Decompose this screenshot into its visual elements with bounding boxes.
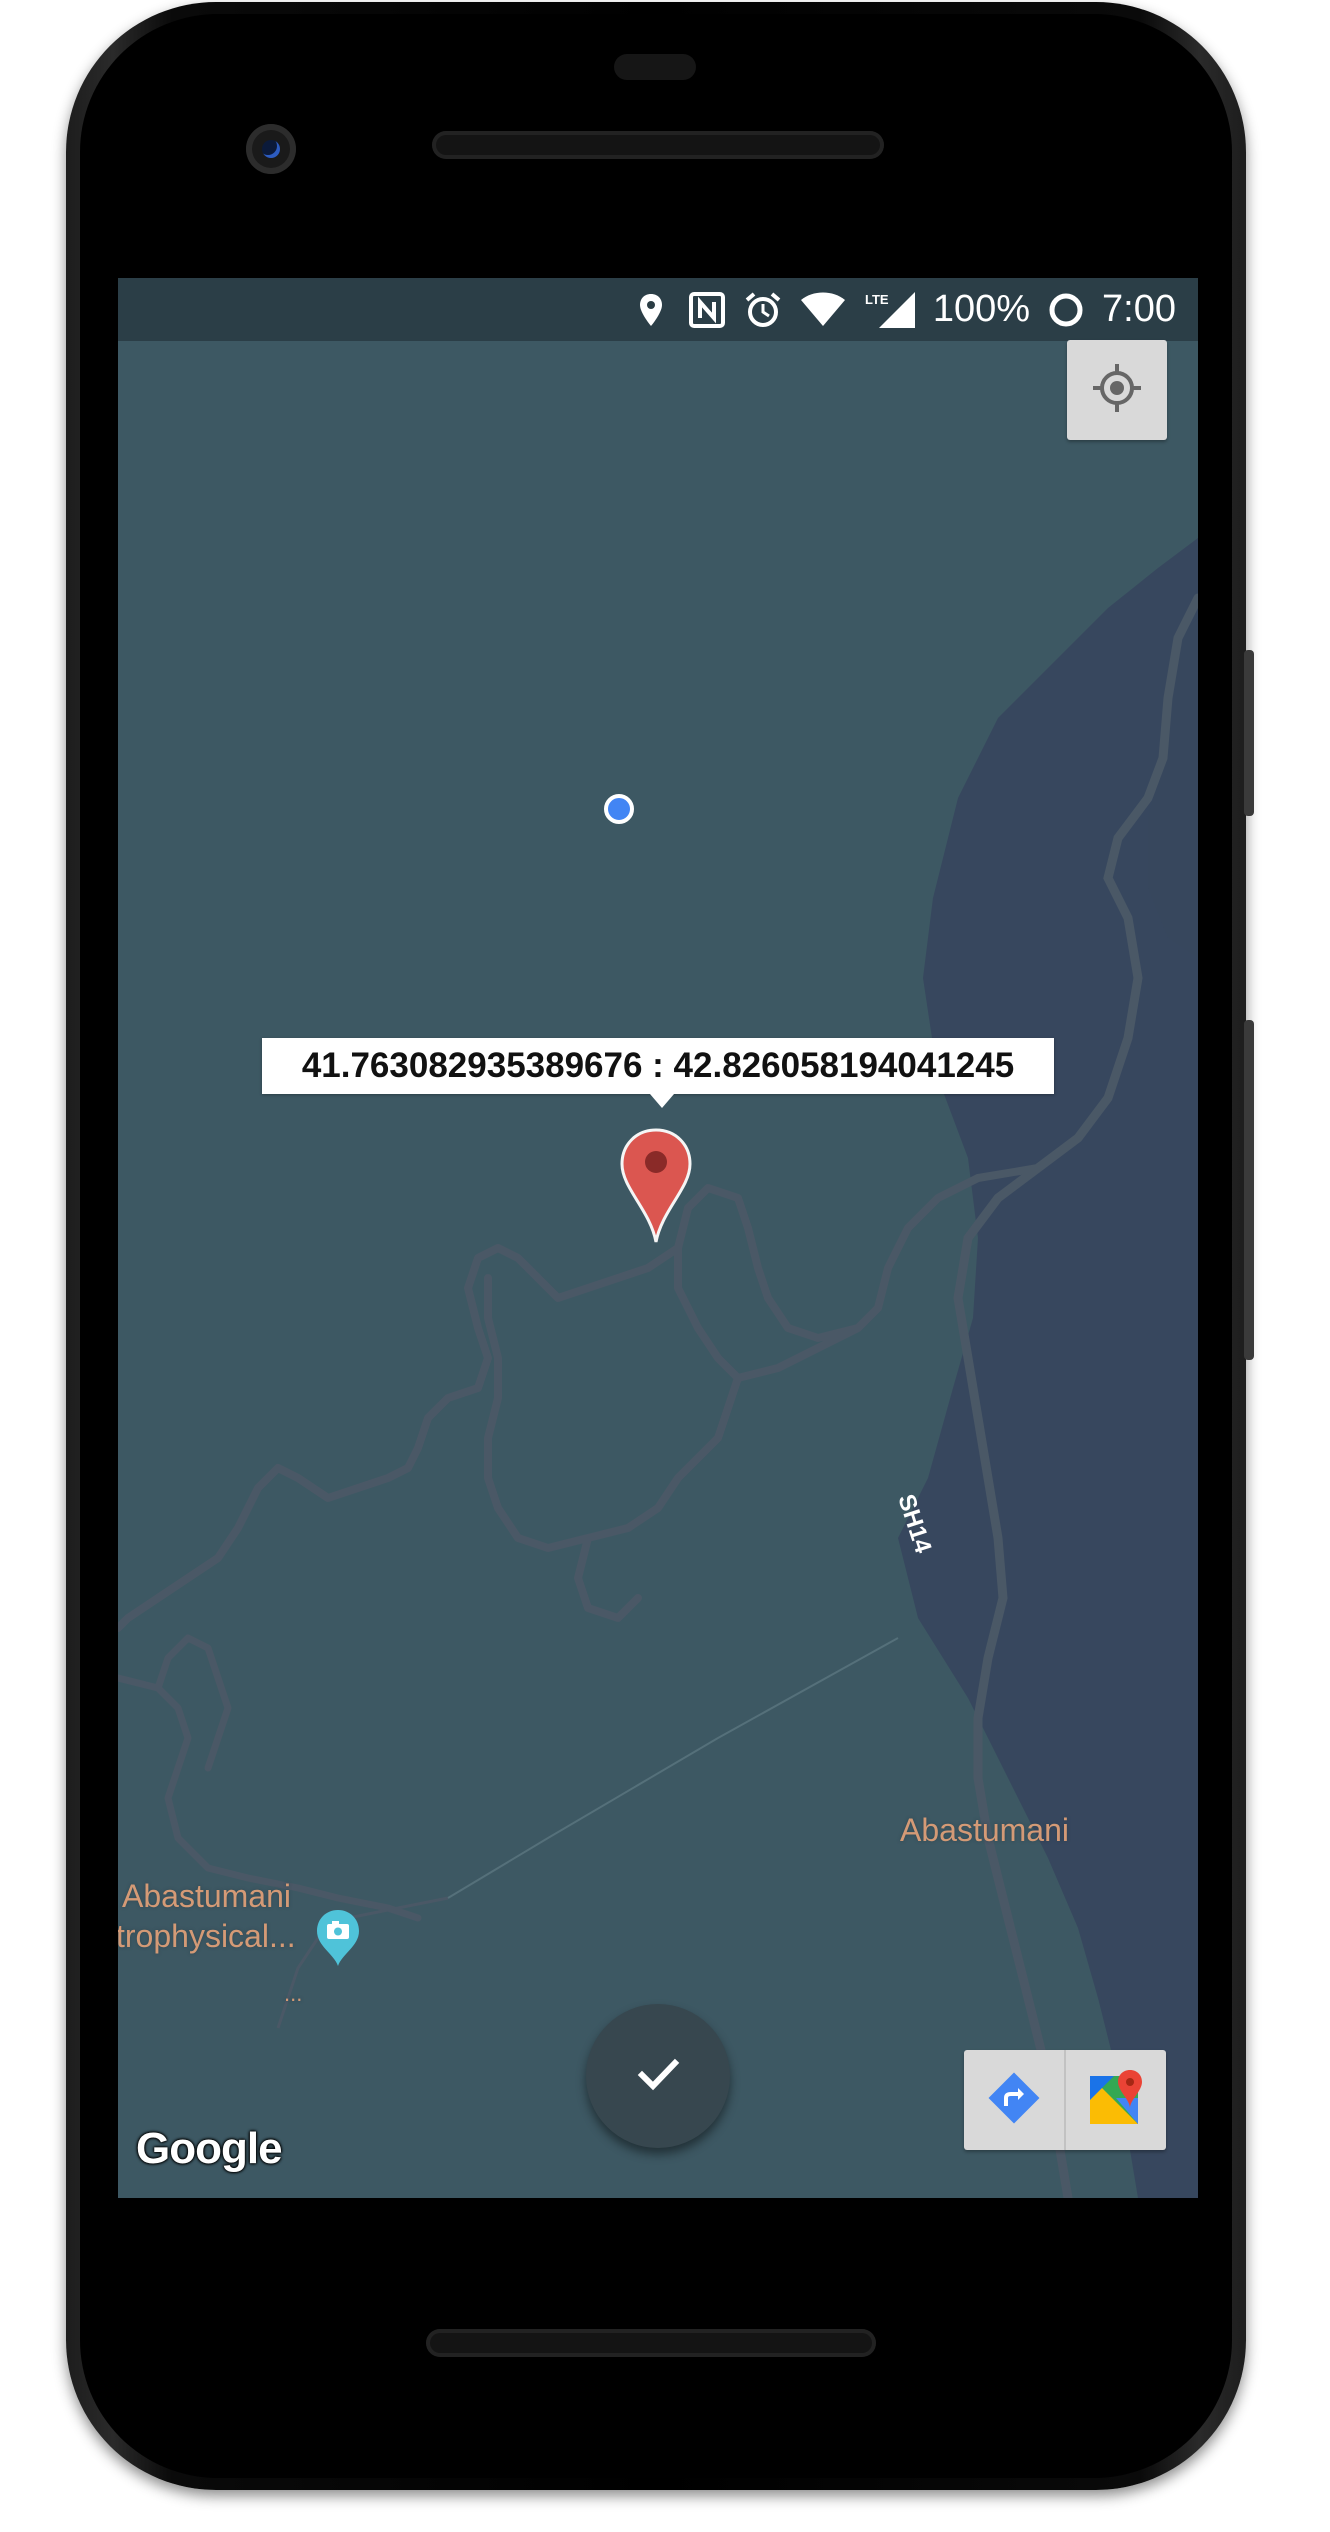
check-icon bbox=[630, 2046, 686, 2107]
battery-percent: 100% bbox=[932, 288, 1031, 330]
place-label-observatory-line1: Abastumani bbox=[122, 1878, 291, 1914]
directions-icon bbox=[986, 2070, 1042, 2131]
place-label-ellipsis: ... bbox=[284, 1981, 303, 2006]
open-in-maps-button[interactable] bbox=[1066, 2050, 1166, 2150]
marker-info-window[interactable]: 41.763082935389676 : 42.826058194041245 bbox=[262, 1038, 1054, 1108]
top-speaker bbox=[432, 131, 884, 159]
power-button bbox=[1244, 650, 1254, 816]
place-label-town[interactable]: Abastumani bbox=[900, 1810, 1069, 1850]
wifi-icon bbox=[799, 290, 847, 330]
clock: 7:00 bbox=[1102, 288, 1176, 330]
front-camera bbox=[246, 124, 296, 174]
battery-icon bbox=[1046, 290, 1086, 330]
map-toolbar bbox=[964, 2050, 1166, 2150]
google-maps-icon bbox=[1086, 2068, 1146, 2133]
nfc-icon bbox=[687, 290, 727, 330]
map-marker-icon[interactable] bbox=[620, 1128, 692, 1244]
my-location-button[interactable] bbox=[1067, 340, 1167, 440]
top-sensor bbox=[614, 54, 696, 80]
place-label-observatory[interactable]: Abastumani trophysical... bbox=[118, 1876, 296, 1956]
photo-pin-icon[interactable] bbox=[314, 1908, 362, 1968]
status-bar: LTE 100% 7:00 bbox=[118, 278, 1198, 341]
location-icon bbox=[631, 290, 671, 330]
alarm-icon bbox=[743, 290, 783, 330]
place-label-observatory-line2: trophysical... bbox=[118, 1918, 296, 1954]
volume-button bbox=[1244, 1020, 1254, 1360]
bottom-speaker bbox=[426, 2329, 876, 2357]
directions-button[interactable] bbox=[964, 2050, 1064, 2150]
google-logo: Google bbox=[136, 2124, 283, 2173]
confirm-button[interactable] bbox=[586, 2004, 730, 2148]
lte-signal-icon: LTE bbox=[863, 290, 917, 330]
user-location-dot bbox=[604, 794, 634, 824]
my-location-icon bbox=[1089, 360, 1145, 421]
svg-text:LTE: LTE bbox=[865, 292, 889, 307]
screen: LTE 100% 7:00 41.763082935389676 : 42.82… bbox=[118, 278, 1198, 2198]
